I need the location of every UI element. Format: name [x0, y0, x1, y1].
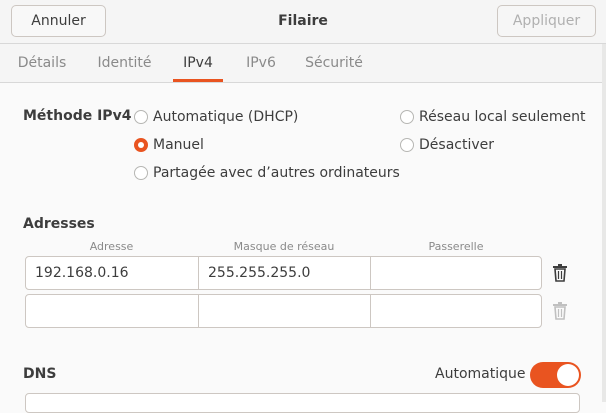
- dns-title: DNS: [23, 366, 57, 382]
- tab-ipv4[interactable]: IPv4: [173, 44, 223, 82]
- address-row: [25, 294, 542, 328]
- radio-label: Désactiver: [419, 137, 494, 153]
- radio-indicator: [400, 110, 414, 124]
- column-header-gateway: Passerelle: [428, 240, 484, 253]
- gateway-field[interactable]: [371, 257, 541, 289]
- radio-shared[interactable]: Partagée avec d’autres ordinateurs: [134, 165, 400, 181]
- trash-icon[interactable]: [552, 302, 568, 320]
- dns-automatic-switch[interactable]: [530, 362, 581, 388]
- radio-indicator-checked: [134, 138, 148, 152]
- radio-label: Automatique (DHCP): [153, 109, 299, 125]
- address-field[interactable]: 192.168.0.16: [26, 257, 199, 289]
- dns-automatic-label: Automatique: [435, 366, 526, 382]
- radio-local-only[interactable]: Réseau local seulement: [400, 109, 586, 125]
- netmask-field[interactable]: 255.255.255.0: [199, 257, 371, 289]
- radio-indicator: [134, 166, 148, 180]
- tab-details[interactable]: Détails: [13, 44, 71, 82]
- ipv4-method-label: Méthode IPv4: [23, 108, 132, 124]
- scrollbar-track[interactable]: [602, 44, 606, 402]
- tab-identity[interactable]: Identité: [92, 44, 157, 82]
- apply-button[interactable]: Appliquer: [497, 5, 596, 37]
- dns-input[interactable]: [25, 393, 580, 413]
- radio-indicator: [400, 138, 414, 152]
- window-title: Filaire: [278, 13, 328, 29]
- radio-label: Réseau local seulement: [419, 109, 586, 125]
- column-header-netmask: Masque de réseau: [233, 240, 335, 253]
- addresses-title: Adresses: [23, 216, 95, 232]
- radio-indicator: [134, 110, 148, 124]
- netmask-field[interactable]: [199, 295, 371, 327]
- radio-label: Partagée avec d’autres ordinateurs: [153, 165, 400, 181]
- radio-manual[interactable]: Manuel: [134, 137, 204, 153]
- radio-disable[interactable]: Désactiver: [400, 137, 494, 153]
- radio-automatic-dhcp[interactable]: Automatique (DHCP): [134, 109, 298, 125]
- gateway-field[interactable]: [371, 295, 541, 327]
- radio-label: Manuel: [153, 137, 204, 153]
- tab-ipv6[interactable]: IPv6: [240, 44, 282, 82]
- tab-bar: Détails Identité IPv4 IPv6 Sécurité: [0, 44, 606, 83]
- header-bar: Annuler Filaire Appliquer: [0, 0, 606, 44]
- cancel-button[interactable]: Annuler: [11, 5, 106, 37]
- trash-icon[interactable]: [552, 264, 568, 282]
- address-row: 192.168.0.16 255.255.255.0: [25, 256, 542, 290]
- switch-knob: [557, 364, 579, 386]
- address-field[interactable]: [26, 295, 199, 327]
- column-header-address: Adresse: [89, 240, 134, 253]
- tab-security[interactable]: Sécurité: [300, 44, 368, 82]
